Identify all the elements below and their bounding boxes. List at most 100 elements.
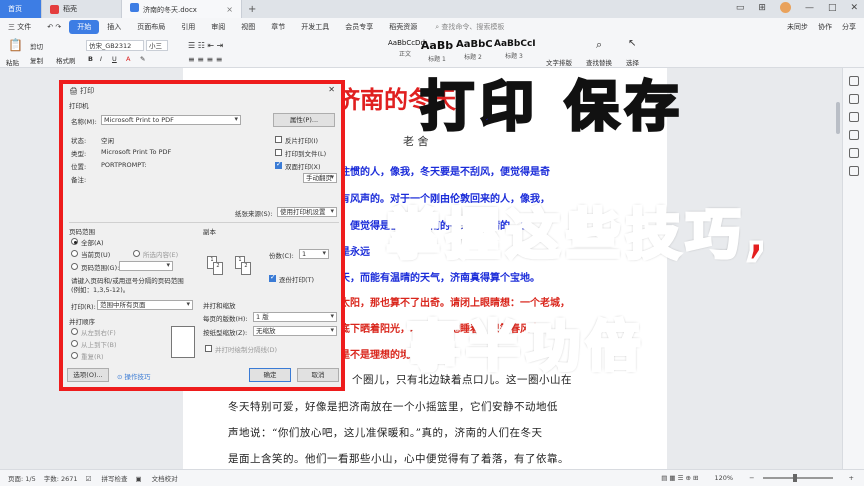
paste-button[interactable]: 粘贴	[6, 57, 19, 67]
menu-insert[interactable]: 插入	[99, 22, 129, 32]
zoom-level[interactable]: 120%	[715, 474, 734, 482]
avatar[interactable]	[779, 2, 791, 13]
range-all-radio[interactable]	[71, 238, 78, 245]
undo-icon[interactable]: ↶ ↷	[39, 23, 69, 31]
align-icon[interactable]: ≡ ≡ ≡ ≡	[188, 55, 222, 64]
print-range-select[interactable]: 范围中所有页面	[97, 300, 193, 310]
range-selection-radio[interactable]	[133, 250, 140, 257]
tab-document[interactable]: 济南的冬天.docx ×	[122, 0, 242, 18]
collate-label: 逐份打印(T)	[279, 276, 315, 284]
maximize-icon[interactable]: □	[828, 3, 837, 13]
tab-home-label: 首页	[8, 5, 22, 13]
italic-icon[interactable]: I	[100, 55, 102, 63]
properties-button[interactable]: 属性(P)...	[273, 113, 335, 127]
menu-file[interactable]: 三 文件	[0, 22, 39, 32]
right-rail	[842, 68, 864, 469]
pages-per-sheet-select[interactable]: 1 版	[253, 312, 337, 322]
draw-lines-checkbox[interactable]	[205, 345, 212, 352]
zoom-out-icon[interactable]: −	[749, 474, 754, 482]
cancel-button[interactable]: 取消	[297, 368, 339, 382]
where-label: 位置:	[71, 163, 87, 171]
shape-icon[interactable]	[848, 130, 859, 140]
menu-docer[interactable]: 稻壳资源	[381, 22, 425, 32]
highlight-icon[interactable]: ✎	[140, 55, 145, 63]
tab-home[interactable]: 首页	[0, 0, 42, 18]
zoom-in-icon[interactable]: +	[849, 474, 854, 482]
list-icon[interactable]: ☰ ☷ ⇤ ⇥	[188, 41, 223, 50]
menu-member[interactable]: 会员专享	[337, 22, 381, 32]
duplex-mode-select[interactable]: 手动翻页	[303, 173, 337, 183]
command-search[interactable]: ⌕ 查找命令、搜索模板	[435, 22, 504, 32]
status-value: 空闲	[101, 137, 114, 145]
new-tab-icon[interactable]: +	[248, 4, 256, 15]
menu-start[interactable]: 开始	[69, 20, 100, 34]
cut-button[interactable]: 剪切	[30, 41, 43, 51]
style-h2[interactable]: AaBbC 标题 2	[456, 39, 493, 63]
style-h3[interactable]: AaBbCcI 标题 3	[494, 39, 536, 63]
menu-view[interactable]: 视图	[233, 22, 263, 32]
options-button[interactable]: 选项(O)...	[67, 368, 109, 382]
share-button[interactable]: 分享	[842, 22, 856, 32]
style-h1[interactable]: AaBb 标题 1	[420, 39, 454, 63]
ok-button[interactable]: 确定	[249, 368, 291, 382]
help-icon[interactable]	[848, 166, 859, 176]
bold-icon[interactable]: B	[88, 55, 93, 63]
scrollbar[interactable]	[836, 102, 840, 134]
paper-source-select[interactable]: 使用打印机设置	[277, 207, 337, 217]
tab-docer[interactable]: 稻壳	[42, 0, 122, 18]
cursor-icon[interactable]: ↖	[628, 38, 636, 49]
print-to-file-checkbox[interactable]	[275, 149, 282, 156]
order-ltr-radio[interactable]	[71, 328, 78, 335]
page-count[interactable]: 页面: 1/5	[8, 473, 36, 483]
menu-developer[interactable]: 开发工具	[293, 22, 337, 32]
reverse-checkbox[interactable]	[275, 136, 282, 143]
word-count[interactable]: 字数: 2671	[44, 473, 78, 483]
collate-checkbox[interactable]	[269, 273, 276, 282]
range-pages-radio[interactable]	[71, 263, 78, 270]
menu-review[interactable]: 审阅	[203, 22, 233, 32]
underline-icon[interactable]: U	[112, 55, 117, 63]
spell-check[interactable]: ☑ 拼写检查	[86, 473, 128, 483]
duplex-checkbox[interactable]	[275, 160, 282, 169]
style-normal[interactable]: AaBbCcDd 正文	[388, 39, 425, 63]
copy-button[interactable]: 复制	[30, 55, 43, 65]
proofread[interactable]: ▣ 文档校对	[135, 473, 177, 483]
zoom-slider[interactable]	[762, 474, 833, 482]
sync-status[interactable]: 未同步	[787, 22, 808, 32]
menu-references[interactable]: 引用	[173, 22, 203, 32]
paper-source-label: 纸张来源(S):	[235, 210, 273, 218]
menu-section[interactable]: 章节	[263, 22, 293, 32]
font-name-input[interactable]: 仿宋_GB2312	[86, 40, 144, 51]
format-painter-button[interactable]: 格式刷	[56, 55, 76, 65]
font-size-input[interactable]: 小三	[146, 40, 168, 51]
paste-icon[interactable]: 📋	[8, 38, 23, 52]
minimize-icon[interactable]: —	[805, 3, 814, 13]
order-ttb-radio[interactable]	[71, 340, 78, 347]
close-icon[interactable]: ✕	[328, 85, 335, 94]
adjust-icon[interactable]	[848, 112, 859, 122]
printer-select[interactable]: Microsoft Print to PDF	[101, 115, 241, 125]
scale-select[interactable]: 无缩放	[253, 326, 337, 336]
search-icon[interactable]: ⌕	[596, 38, 602, 52]
order-repeat-radio[interactable]	[71, 352, 78, 359]
view-mode-icon[interactable]: ▤ ▦ ☰ ⊕ ⊞	[661, 474, 698, 482]
location-icon[interactable]	[848, 148, 859, 158]
pages-input[interactable]	[119, 261, 173, 271]
layout-icon[interactable]: ▭	[736, 3, 745, 13]
dialog-title-text: 打印	[80, 87, 95, 95]
overlay-caption-2: 掌握这些技巧,	[384, 201, 773, 268]
collab-button[interactable]: 协作	[818, 22, 832, 32]
zoom-group-label: 并打和缩放	[203, 302, 236, 310]
close-window-icon[interactable]: ✕	[850, 3, 858, 13]
order-ttb-label: 从上到下(B)	[81, 341, 117, 349]
range-current-radio[interactable]	[71, 250, 78, 257]
close-tab-icon[interactable]: ×	[226, 5, 233, 14]
grid-icon[interactable]: ⊞	[758, 3, 766, 13]
tips-link[interactable]: ⊙ 操作技巧	[117, 371, 151, 381]
style-panel-icon[interactable]	[848, 76, 859, 86]
font-color-icon[interactable]: A	[126, 55, 130, 63]
edit-icon[interactable]	[848, 94, 859, 104]
copies-input[interactable]: 1	[299, 249, 329, 259]
scale-label: 按纸型缩放(Z):	[203, 329, 248, 337]
menu-layout[interactable]: 页面布局	[129, 22, 173, 32]
